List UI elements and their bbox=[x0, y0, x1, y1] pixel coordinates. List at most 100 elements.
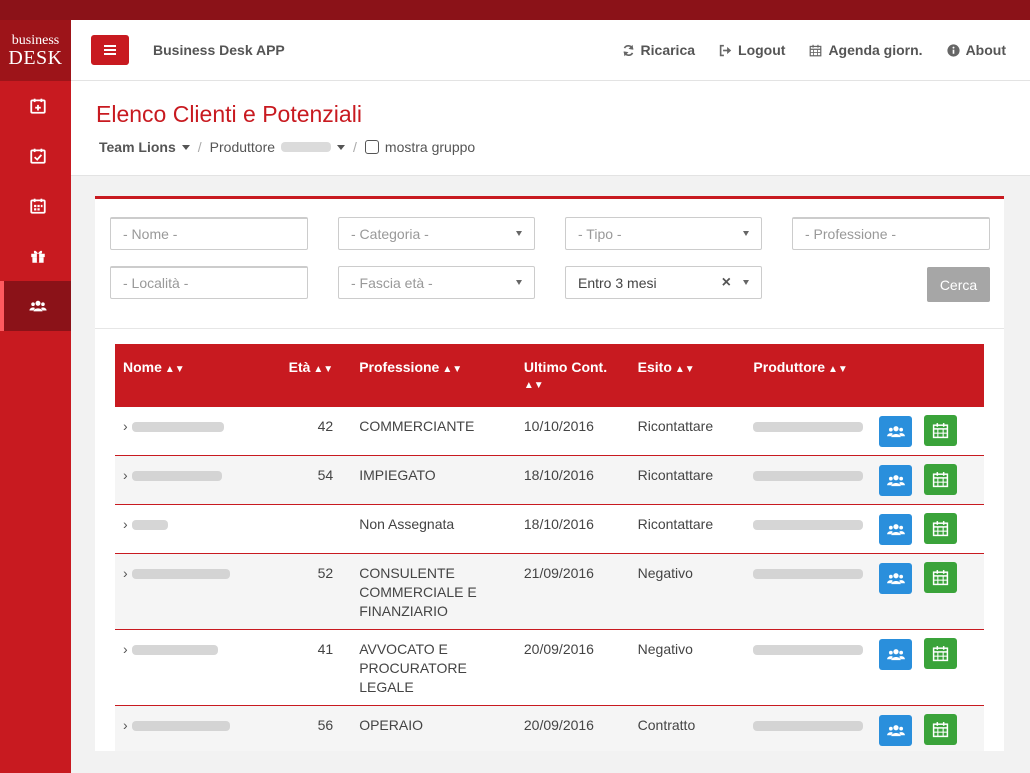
redacted-name bbox=[131, 471, 222, 482]
column-header-name[interactable]: Nome ▲▼ bbox=[115, 344, 281, 407]
column-header-outcome[interactable]: Esito ▲▼ bbox=[629, 344, 746, 407]
group-button[interactable] bbox=[879, 563, 913, 594]
table-row[interactable]: › 56 OPERAIO 20/09/2016 Contratto bbox=[115, 705, 984, 751]
column-header-last-contact[interactable]: Ultimo Cont. ▲▼ bbox=[515, 344, 630, 407]
nav-daily-agenda[interactable]: Agenda giorn. bbox=[809, 42, 923, 58]
cell-actions bbox=[871, 553, 984, 630]
appointment-button[interactable] bbox=[924, 638, 958, 669]
sidebar-item-gifts[interactable] bbox=[0, 231, 71, 281]
column-header-profession[interactable]: Professione ▲▼ bbox=[341, 344, 516, 407]
cell-last-contact: 20/09/2016 bbox=[515, 705, 630, 751]
table-row[interactable]: › 41 AVVOCATO E PROCURATORE LEGALE 20/09… bbox=[115, 629, 984, 706]
logo-line2: DESK bbox=[8, 47, 63, 69]
search-button[interactable]: Cerca bbox=[927, 267, 990, 302]
column-header-producer[interactable]: Produttore ▲▼ bbox=[745, 344, 872, 407]
calendar-icon bbox=[933, 521, 949, 537]
name-filter-placeholder: - Nome - bbox=[123, 226, 178, 242]
table-row[interactable]: › 54 IMPIEGATO 18/10/2016 Ricontattare bbox=[115, 455, 984, 505]
nav-about[interactable]: About bbox=[946, 42, 1006, 58]
appointment-button[interactable] bbox=[924, 714, 958, 745]
app-logo[interactable]: business DESK bbox=[0, 20, 71, 81]
cell-age: 41 bbox=[280, 629, 342, 706]
cell-name[interactable]: › bbox=[115, 455, 281, 505]
table-row[interactable]: › Non Assegnata 18/10/2016 Ricontattare bbox=[115, 504, 984, 554]
nav-reload[interactable]: Ricarica bbox=[622, 42, 695, 58]
sidebar-item-new-appointment[interactable] bbox=[0, 81, 71, 131]
category-select[interactable]: - Categoria - bbox=[338, 217, 535, 250]
table-row[interactable]: › 52 CONSULENTE COMMERCIALE E FINANZIARI… bbox=[115, 553, 984, 630]
chevron-right-icon: › bbox=[123, 467, 128, 483]
cell-name[interactable]: › bbox=[115, 629, 281, 706]
cell-outcome: Negativo bbox=[629, 553, 746, 630]
redacted-producer bbox=[753, 645, 864, 656]
appointment-button[interactable] bbox=[924, 464, 958, 495]
location-filter-input[interactable]: - Località - bbox=[110, 266, 308, 299]
clients-table: Nome ▲▼ Età ▲▼ Professione ▲▼ Ultimo Cont. ▲… bbox=[115, 344, 984, 751]
users-icon bbox=[887, 573, 905, 585]
hamburger-icon bbox=[104, 45, 116, 55]
name-filter-input[interactable]: - Nome - bbox=[110, 217, 308, 250]
chevron-right-icon: › bbox=[123, 565, 128, 581]
period-select-value: Entro 3 mesi bbox=[578, 274, 657, 291]
sort-icon: ▲▼ bbox=[827, 364, 848, 375]
age-range-select-value: - Fascia età - bbox=[351, 274, 433, 291]
users-icon bbox=[887, 725, 905, 737]
sidebar-item-clients[interactable] bbox=[0, 281, 71, 331]
cell-name[interactable]: › bbox=[115, 407, 281, 456]
redacted-name bbox=[131, 569, 230, 580]
cell-profession: Non Assegnata bbox=[341, 504, 516, 554]
appointment-button[interactable] bbox=[924, 562, 958, 593]
nav-logout[interactable]: Logout bbox=[719, 42, 785, 58]
appointment-button[interactable] bbox=[924, 513, 958, 544]
calendar-icon bbox=[810, 44, 822, 56]
breadcrumb-produttore[interactable]: Produttore bbox=[210, 139, 346, 155]
profession-filter-placeholder: - Professione - bbox=[805, 226, 897, 242]
breadcrumb-separator: / bbox=[197, 139, 202, 155]
period-select[interactable]: Entro 3 mesi × bbox=[565, 266, 762, 299]
sidebar-item-calendar[interactable] bbox=[0, 181, 71, 231]
clear-icon[interactable]: × bbox=[722, 274, 731, 292]
group-button[interactable] bbox=[879, 416, 913, 447]
checkbox-icon[interactable] bbox=[364, 140, 379, 154]
cell-outcome: Negativo bbox=[629, 629, 746, 706]
redacted-name bbox=[131, 520, 168, 531]
group-button[interactable] bbox=[879, 514, 913, 545]
sidebar-item-done-appointments[interactable] bbox=[0, 131, 71, 181]
cell-name[interactable]: › bbox=[115, 705, 281, 751]
appointment-button[interactable] bbox=[924, 415, 958, 446]
cell-last-contact: 21/09/2016 bbox=[515, 553, 630, 630]
users-icon bbox=[28, 300, 47, 312]
group-button[interactable] bbox=[879, 465, 913, 496]
profession-filter-input[interactable]: - Professione - bbox=[792, 217, 990, 250]
calendar-plus-icon bbox=[29, 98, 46, 114]
breadcrumb-team-label: Team Lions bbox=[99, 139, 176, 155]
age-range-select[interactable]: - Fascia età - bbox=[338, 266, 535, 299]
breadcrumb: Team Lions / Produttore / mostra gruppo bbox=[99, 139, 475, 155]
filter-area: - Nome - - Categoria - - Tipo - - Profes… bbox=[95, 199, 1004, 329]
breadcrumb-separator: / bbox=[353, 139, 357, 155]
column-header-profession-label: Professione bbox=[359, 359, 440, 375]
group-button[interactable] bbox=[879, 639, 913, 670]
show-group-label: mostra gruppo bbox=[384, 139, 476, 155]
cell-outcome: Ricontattare bbox=[629, 504, 746, 554]
location-filter-placeholder: - Località - bbox=[123, 275, 189, 291]
type-select[interactable]: - Tipo - bbox=[565, 217, 762, 250]
cell-producer bbox=[745, 553, 872, 630]
cell-name[interactable]: › bbox=[115, 553, 281, 630]
type-select-value: - Tipo - bbox=[578, 225, 622, 242]
breadcrumb-team[interactable]: Team Lions bbox=[99, 139, 190, 155]
table-row[interactable]: › 42 COMMERCIANTE 10/10/2016 Ricontattar… bbox=[115, 407, 984, 456]
show-group-checkbox[interactable]: mostra gruppo bbox=[364, 139, 476, 155]
cell-profession: OPERAIO bbox=[341, 705, 516, 751]
cell-producer bbox=[745, 455, 872, 505]
chevron-right-icon: › bbox=[123, 516, 128, 532]
cell-name[interactable]: › bbox=[115, 504, 281, 554]
cell-age: 42 bbox=[280, 407, 342, 456]
cell-outcome: Ricontattare bbox=[629, 455, 746, 505]
column-header-age[interactable]: Età ▲▼ bbox=[280, 344, 342, 407]
redacted-name bbox=[131, 721, 230, 732]
group-button[interactable] bbox=[879, 715, 913, 746]
dropdown-arrow-icon bbox=[516, 280, 522, 285]
menu-toggle-button[interactable] bbox=[91, 35, 129, 65]
cell-age: 56 bbox=[280, 705, 342, 751]
